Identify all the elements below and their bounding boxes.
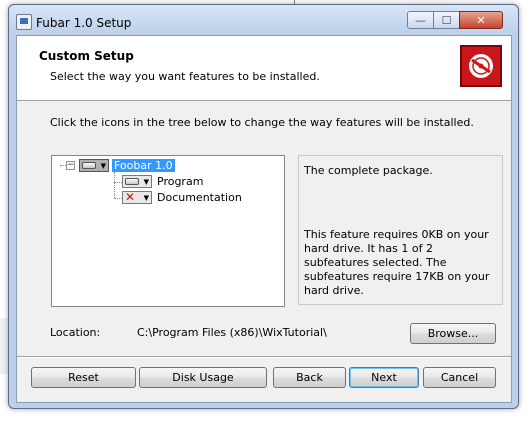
feature-tree[interactable]: − ▼ Foobar 1.0 ▼ Program ✕ ▼ Documentati… (51, 155, 285, 307)
disk-usage-button[interactable]: Disk Usage (139, 367, 267, 388)
tree-connector (114, 182, 122, 183)
tree-item-program[interactable]: ▼ Program (122, 175, 205, 188)
tree-connector (114, 172, 115, 198)
drive-icon (125, 178, 139, 185)
location-label: Location: (50, 326, 101, 339)
collapse-icon[interactable]: − (66, 161, 75, 170)
page-title: Custom Setup (39, 49, 134, 63)
tree-item-label[interactable]: Foobar 1.0 (112, 159, 175, 172)
drive-icon (82, 162, 96, 169)
footer-separator (17, 356, 511, 358)
disc-logo-icon (460, 45, 502, 87)
tree-item-foobar[interactable]: − ▼ Foobar 1.0 (66, 159, 175, 172)
browse-button[interactable]: Browse... (410, 323, 496, 344)
page-subtitle: Select the way you want features to be i… (50, 70, 320, 83)
dropdown-arrow-icon: ▼ (100, 161, 106, 170)
x-mark-icon: ✕ (125, 190, 136, 204)
next-button[interactable]: Next (349, 367, 419, 388)
feature-description: The complete package. (304, 164, 433, 177)
feature-requirements: This feature requires 0KB on your hard d… (304, 228, 490, 297)
feature-state-button[interactable]: ▼ (122, 175, 152, 188)
header-banner: Custom Setup Select the way you want fea… (17, 36, 511, 101)
tree-item-label[interactable]: Documentation (155, 191, 244, 204)
feature-state-button[interactable]: ▼ (79, 159, 109, 172)
tree-connector (114, 198, 122, 199)
feature-state-button[interactable]: ✕ ▼ (122, 191, 152, 204)
reset-button[interactable]: Reset (31, 367, 136, 388)
feature-description-panel: The complete package. This feature requi… (298, 155, 503, 305)
window-title: Fubar 1.0 Setup (36, 16, 132, 30)
tree-item-label[interactable]: Program (155, 175, 205, 188)
dropdown-arrow-icon: ▼ (143, 177, 149, 186)
location-path: C:\Program Files (x86)\WixTutorial\ (137, 326, 327, 339)
back-button[interactable]: Back (273, 367, 346, 388)
setup-window: Fubar 1.0 Setup — ☐ ✕ Custom Setup Selec… (8, 4, 519, 409)
dropdown-arrow-icon: ▼ (143, 193, 149, 202)
installer-icon (16, 14, 32, 30)
cancel-button[interactable]: Cancel (423, 367, 496, 388)
title-bar[interactable]: Fubar 1.0 Setup — ☐ ✕ (9, 5, 518, 35)
minimize-button[interactable]: — (407, 11, 434, 29)
tree-item-documentation[interactable]: ✕ ▼ Documentation (122, 191, 244, 204)
instruction-text: Click the icons in the tree below to cha… (50, 116, 474, 129)
close-button[interactable]: ✕ (459, 11, 503, 29)
maximize-button[interactable]: ☐ (433, 11, 460, 29)
dialog-body: Custom Setup Select the way you want fea… (16, 35, 512, 403)
